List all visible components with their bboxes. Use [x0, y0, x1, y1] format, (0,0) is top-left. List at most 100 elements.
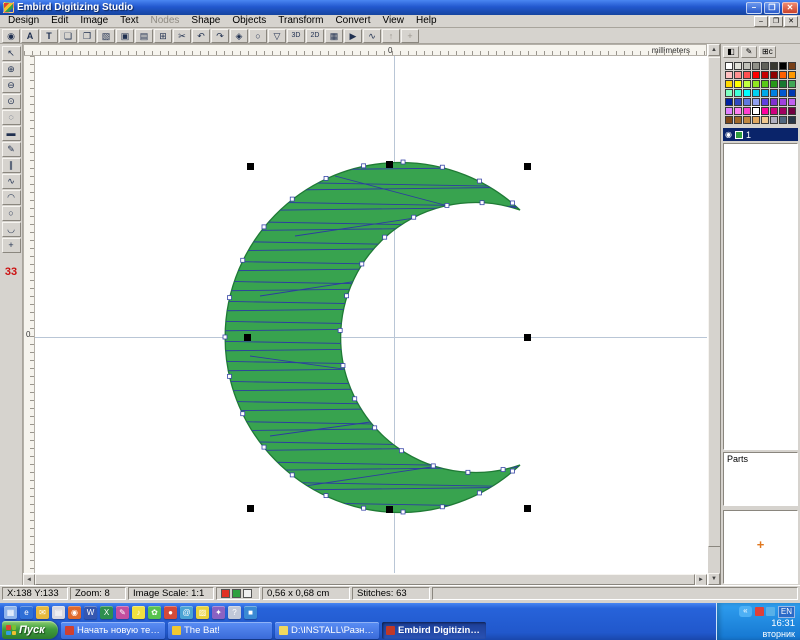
close-button[interactable]: ✕	[782, 2, 798, 14]
copy-button[interactable]: ⊞	[154, 29, 172, 43]
palette-color-swatch[interactable]	[788, 116, 796, 124]
column-tool[interactable]: ∥	[2, 158, 21, 173]
restore-button[interactable]: ❐	[764, 2, 780, 14]
menu-view[interactable]: View	[376, 15, 410, 27]
fill-tool[interactable]: ▬	[2, 126, 21, 141]
palette-options-button[interactable]: ◧	[723, 46, 739, 58]
palette-color-swatch[interactable]	[779, 98, 787, 106]
palette-color-swatch[interactable]	[725, 89, 733, 97]
quicklaunch-icon[interactable]: X	[100, 606, 113, 619]
quicklaunch-icon[interactable]: ✎	[116, 606, 129, 619]
simulate-button[interactable]: ▶	[344, 29, 362, 43]
selection-handle-top-left[interactable]	[247, 163, 254, 170]
crescent-shape[interactable]	[225, 163, 520, 513]
palette-color-swatch[interactable]	[788, 80, 796, 88]
scroll-down-button[interactable]: ▼	[708, 573, 720, 585]
palette-color-swatch[interactable]	[743, 116, 751, 124]
palette-color-swatch[interactable]	[734, 62, 742, 70]
view-3d-button[interactable]: 3D	[287, 29, 305, 43]
lettering-a-button[interactable]: A	[21, 29, 39, 43]
palette-color-swatch[interactable]	[788, 62, 796, 70]
selection-handle-bottom-left[interactable]	[247, 505, 254, 512]
mdi-minimize-button[interactable]: –	[754, 16, 768, 27]
undo-button[interactable]: ↶	[192, 29, 210, 43]
menu-shape[interactable]: Shape	[185, 15, 226, 27]
menu-edit[interactable]: Edit	[45, 15, 74, 27]
connectors-button[interactable]: ∿	[363, 29, 381, 43]
selection-handle-middle-left[interactable]	[244, 334, 251, 341]
print-button[interactable]: ▤	[135, 29, 153, 43]
palette-color-swatch[interactable]	[788, 89, 796, 97]
horizontal-scroll-thumb[interactable]	[35, 574, 695, 585]
palette-color-swatch[interactable]	[725, 62, 733, 70]
palette-color-swatch[interactable]	[761, 98, 769, 106]
palette-color-swatch[interactable]	[770, 71, 778, 79]
quicklaunch-icon[interactable]: ▦	[4, 606, 17, 619]
palette-color-swatch[interactable]	[770, 116, 778, 124]
object-list[interactable]	[723, 143, 798, 450]
quicklaunch-icon[interactable]: ♪	[132, 606, 145, 619]
quicklaunch-icon[interactable]: ■	[244, 606, 257, 619]
palette-color-swatch[interactable]	[761, 116, 769, 124]
minimize-button[interactable]: –	[746, 2, 762, 14]
palette-color-swatch[interactable]	[779, 116, 787, 124]
arc-down-tool[interactable]: ◡	[2, 222, 21, 237]
quicklaunch-icon[interactable]: W	[84, 606, 97, 619]
tray-icon[interactable]	[755, 607, 764, 616]
palette-color-swatch[interactable]	[743, 62, 751, 70]
arc-tool[interactable]: ◠	[2, 190, 21, 205]
view-2d-button[interactable]: 2D	[306, 29, 324, 43]
open-design-button[interactable]: ❐	[78, 29, 96, 43]
palette-color-swatch[interactable]	[743, 80, 751, 88]
menu-design[interactable]: Design	[2, 15, 45, 27]
zoom-in-tool[interactable]: ⊕	[2, 62, 21, 77]
palette-color-swatch[interactable]	[752, 80, 760, 88]
freehand-select-tool[interactable]: ◌	[2, 110, 21, 125]
palette-color-swatch[interactable]	[734, 116, 742, 124]
manual-stitch-tool[interactable]: +	[2, 238, 21, 253]
quicklaunch-icon[interactable]: ▤	[52, 606, 65, 619]
palette-color-swatch[interactable]	[743, 71, 751, 79]
taskbar-task-button[interactable]: The Bat!	[168, 622, 272, 639]
quicklaunch-icon[interactable]: ✿	[148, 606, 161, 619]
object-list-selected-row[interactable]: ◉ 1	[723, 128, 798, 141]
selection-handle-top-right[interactable]	[524, 163, 531, 170]
quicklaunch-icon[interactable]: ◉	[68, 606, 81, 619]
palette-color-swatch[interactable]	[788, 71, 796, 79]
palette-color-swatch[interactable]	[725, 107, 733, 115]
menu-help[interactable]: Help	[410, 15, 443, 27]
selection-handle-middle-right[interactable]	[524, 334, 531, 341]
palette-color-swatch[interactable]	[779, 71, 787, 79]
palette-color-swatch[interactable]	[779, 62, 787, 70]
palette-edit-button[interactable]: ✎	[741, 46, 757, 58]
palette-color-swatch[interactable]	[779, 89, 787, 97]
import-image-button[interactable]: ▧	[97, 29, 115, 43]
selection-handle-bottom-right[interactable]	[524, 505, 531, 512]
palette-color-swatch[interactable]	[779, 80, 787, 88]
cut-button[interactable]: ✂	[173, 29, 191, 43]
palette-color-swatch[interactable]	[752, 89, 760, 97]
quicklaunch-icon[interactable]: @	[180, 606, 193, 619]
horizontal-scrollbar[interactable]: ◄ ►	[23, 573, 707, 585]
new-design-button[interactable]: ❏	[59, 29, 77, 43]
text-tool-button[interactable]: T	[40, 29, 58, 43]
mdi-restore-button[interactable]: ❐	[769, 16, 783, 27]
generate-stitches-button[interactable]: ◈	[230, 29, 248, 43]
menu-transform[interactable]: Transform	[272, 15, 329, 27]
quicklaunch-icon[interactable]: ▨	[196, 606, 209, 619]
ellipse-button[interactable]: ○	[249, 29, 267, 43]
palette-color-swatch[interactable]	[770, 62, 778, 70]
tray-icon[interactable]	[766, 607, 775, 616]
palette-color-swatch[interactable]	[761, 89, 769, 97]
menu-text[interactable]: Text	[114, 15, 144, 27]
quicklaunch-icon[interactable]: ✦	[212, 606, 225, 619]
palette-color-swatch[interactable]	[725, 80, 733, 88]
clock-time[interactable]: 16:31	[771, 618, 795, 629]
quicklaunch-icon[interactable]: ✉	[36, 606, 49, 619]
menu-convert[interactable]: Convert	[329, 15, 376, 27]
palette-color-swatch[interactable]	[770, 89, 778, 97]
palette-color-swatch[interactable]	[770, 98, 778, 106]
palette-c-button[interactable]: ⊞c	[759, 46, 776, 58]
selection-handle-bottom-middle[interactable]	[386, 506, 393, 513]
palette-color-swatch[interactable]	[788, 107, 796, 115]
